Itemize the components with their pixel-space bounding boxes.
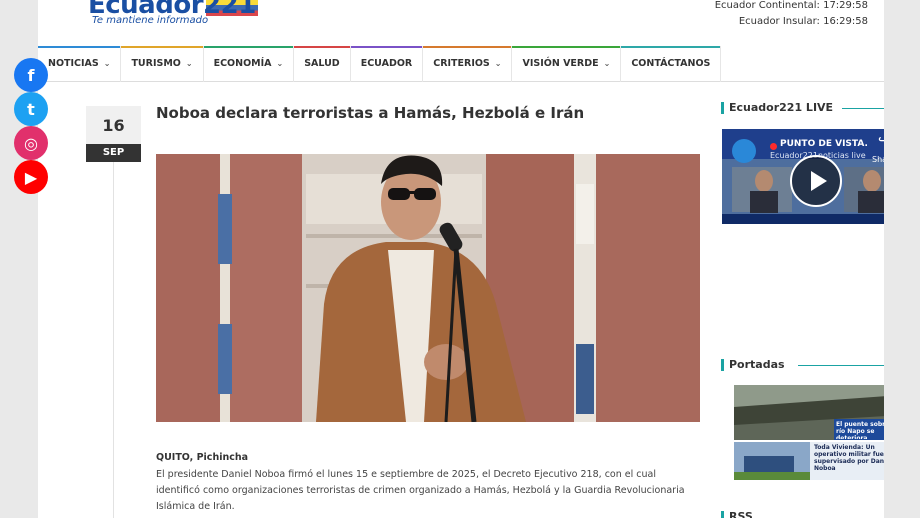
nav-item-visión-verde[interactable]: VISIÓN VERDE ⌄	[512, 45, 622, 82]
nav-item-label: TURISMO	[131, 58, 181, 69]
live-video-player[interactable]: PUNTO DE VISTA. Ecuador221noticias live …	[722, 129, 884, 224]
portada-card-1[interactable]: El puente sobre el río Napo se deteriora…	[734, 385, 884, 440]
portada-card-2[interactable]: Toda Vivienda: Un operativo militar fue …	[734, 442, 884, 480]
share-label[interactable]: Share	[872, 155, 884, 164]
post-day: 16	[102, 116, 125, 135]
nav-item-ecuador[interactable]: ECUADOR	[350, 45, 424, 82]
chevron-down-icon: ⌄	[276, 59, 284, 68]
article-photo[interactable]	[156, 154, 700, 422]
youtube-icon[interactable]: ▶	[14, 160, 48, 194]
play-icon	[811, 171, 827, 191]
article-dateline: QUITO, Pichincha	[156, 452, 249, 463]
facebook-icon[interactable]: f	[14, 58, 48, 92]
post-month: SEP	[86, 144, 141, 162]
nav-item-label: SALUD	[304, 58, 340, 69]
sidebar-rss-title: RSS	[721, 510, 753, 518]
chevron-down-icon: ⌄	[603, 59, 611, 68]
sidebar-live-title: Ecuador221 LIVE	[721, 101, 833, 114]
nav-item-label: CRITERIOS	[433, 58, 490, 69]
live-video-title: PUNTO DE VISTA.	[780, 139, 868, 149]
date-divider	[113, 162, 114, 518]
article-photo-illustration	[156, 154, 700, 422]
nav-item-noticias[interactable]: NOTICIAS ⌄	[38, 45, 122, 82]
nav-item-label: CONTÁCTANOS	[631, 58, 711, 69]
post-date-badge: 16 SEP	[86, 106, 141, 162]
nav-item-label: VISIÓN VERDE	[522, 58, 599, 69]
page: Ecuador221 Te mantiene informado Ecuador…	[38, 0, 884, 518]
nav-item-label: ECUADOR	[360, 58, 413, 69]
share-icon[interactable]: ↪	[878, 133, 884, 149]
nav-item-label: ECONOMÍA	[213, 58, 272, 69]
play-button[interactable]	[790, 155, 842, 207]
sidebar-live-divider	[842, 108, 884, 109]
site-logo[interactable]: Ecuador221 Te mantiene informado	[88, 0, 258, 30]
nav-item-economía[interactable]: ECONOMÍA ⌄	[203, 45, 295, 82]
live-dot-icon	[770, 143, 777, 150]
article-body: El presidente Daniel Noboa firmó el lune…	[156, 469, 685, 512]
clock-insular: Ecuador Insular: 16:29:58	[738, 16, 868, 27]
article-title[interactable]: Noboa declara terroristas a Hamás, Hezbo…	[156, 104, 584, 122]
chevron-down-icon: ⌄	[494, 59, 502, 68]
instagram-icon[interactable]: ◎	[14, 126, 48, 160]
nav-item-criterios[interactable]: CRITERIOS ⌄	[423, 45, 513, 82]
sidebar-portadas-title: Portadas	[721, 358, 785, 371]
chevron-down-icon: ⌄	[103, 59, 111, 68]
clock-continental: Ecuador Continental: 17:29:58	[714, 0, 868, 11]
portada-1-headline: El puente sobre el río Napo se deteriora…	[836, 421, 884, 439]
nav-item-contáctanos[interactable]: CONTÁCTANOS	[621, 45, 722, 82]
portada-2-headline: Toda Vivienda: Un operativo militar fue …	[814, 444, 884, 472]
main-nav: NOTICIAS ⌄ TURISMO ⌄ ECONOMÍA ⌄ SALUD ECUADOR CR…	[38, 45, 884, 82]
twitter-icon[interactable]: t	[14, 92, 48, 126]
sidebar-portadas-divider	[798, 365, 884, 366]
nav-item-label: NOTICIAS	[48, 58, 99, 69]
chevron-down-icon: ⌄	[185, 59, 193, 68]
nav-item-turismo[interactable]: TURISMO ⌄	[121, 45, 204, 82]
logo-tagline: Te mantiene informado	[92, 15, 209, 26]
nav-item-salud[interactable]: SALUD	[294, 45, 351, 82]
